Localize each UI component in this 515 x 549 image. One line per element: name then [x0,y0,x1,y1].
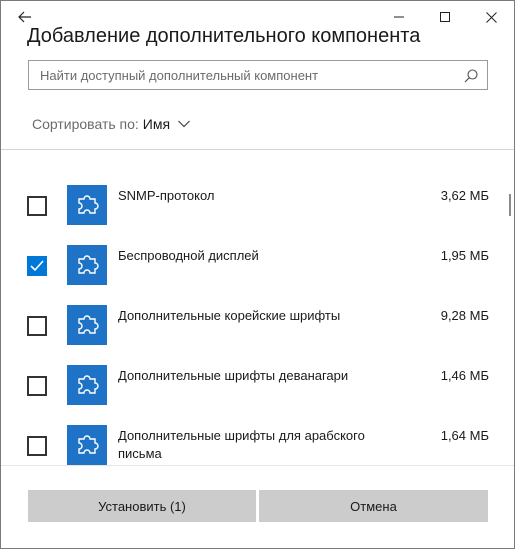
search-icon[interactable] [464,69,478,83]
puzzle-icon [67,305,107,345]
feature-checkbox[interactable] [27,376,47,396]
checkmark-icon [30,260,44,272]
list-item[interactable]: SNMP-протокол 3,62 МБ [1,174,514,234]
maximize-icon [440,12,450,22]
sort-dropdown[interactable]: Сортировать по: Имя [32,116,191,132]
feature-checkbox[interactable] [27,316,47,336]
sort-label: Сортировать по: [32,116,139,132]
feature-size: 1,64 МБ [440,428,489,443]
cancel-button[interactable]: Отмена [259,490,488,522]
feature-checkbox-checked[interactable] [27,256,47,276]
feature-name: Дополнительные шрифты для арабского пись… [118,428,365,461]
install-button[interactable]: Установить (1) [28,490,256,522]
feature-size: 1,95 МБ [440,248,489,263]
add-optional-feature-window: Добавление дополнительного компонента Со… [0,0,515,549]
puzzle-icon [67,185,107,225]
list-item[interactable]: Беспроводной дисплей 1,95 МБ [1,234,514,294]
search-input[interactable] [29,61,449,89]
puzzle-icon [67,425,107,465]
search-box[interactable] [28,60,488,90]
feature-checkbox[interactable] [27,436,47,456]
scrollbar[interactable] [509,194,511,216]
close-button[interactable] [468,1,514,33]
list-item[interactable]: Дополнительные шрифты для арабского пись… [1,414,514,465]
close-icon [485,11,497,23]
minimize-icon [394,16,404,18]
feature-size: 1,46 МБ [440,368,489,383]
feature-size: 9,28 МБ [440,308,489,323]
list-item[interactable]: Дополнительные шрифты деванагари 1,46 МБ [1,354,514,414]
sort-value[interactable]: Имя [143,116,170,132]
feature-list: SNMP-протокол 3,62 МБ Беспроводной диспл… [1,150,514,465]
feature-name: Дополнительные корейские шрифты [118,308,341,323]
list-item[interactable]: Дополнительные корейские шрифты 9,28 МБ [1,294,514,354]
feature-name: SNMP-протокол [118,188,215,203]
feature-size: 3,62 МБ [440,188,489,203]
chevron-down-icon[interactable] [178,120,191,128]
arrow-left-icon [18,11,31,23]
maximize-button[interactable] [422,1,468,33]
page-title: Добавление дополнительного компонента [27,25,421,47]
feature-name: Дополнительные шрифты деванагари [118,368,349,383]
feature-checkbox[interactable] [27,196,47,216]
puzzle-icon [67,365,107,405]
feature-name: Беспроводной дисплей [118,248,259,263]
puzzle-icon [67,245,107,285]
footer-divider [1,465,514,466]
